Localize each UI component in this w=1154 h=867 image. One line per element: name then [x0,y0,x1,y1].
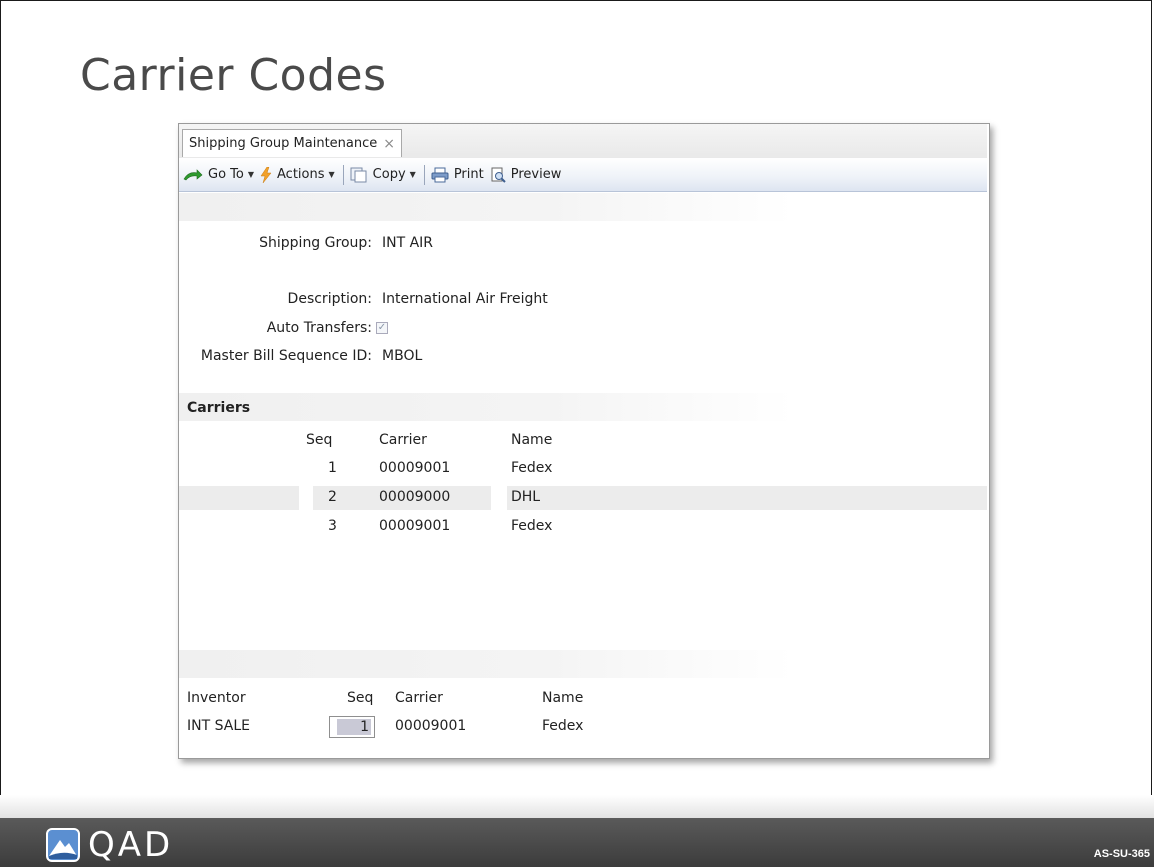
row-highlight [507,486,987,510]
row-carrier: 00009001 [379,460,451,476]
carriers-header-name: Name [511,432,553,448]
tab-shipping-group-maintenance[interactable]: Shipping Group Maintenance × [182,129,402,157]
slide-title: Carrier Codes [80,50,387,101]
goto-button[interactable]: Go To ▼ [183,167,254,182]
form-header-band [179,193,794,221]
actions-button[interactable]: Actions ▼ [260,166,335,183]
preview-button[interactable]: Preview [490,167,562,183]
tab-label: Shipping Group Maintenance [189,136,378,151]
row-name: Fedex [511,518,553,534]
close-icon[interactable]: × [383,136,395,152]
print-button[interactable]: Print [431,167,484,183]
actions-label: Actions [277,167,325,182]
toolbar-separator [423,164,425,185]
toolbar: Go To ▼ Actions ▼ Copy ▼ Print Preview [179,158,987,192]
auto-transfers-label: Auto Transfers: [266,320,372,336]
qad-mountain-icon [46,828,80,862]
inventory-header-name: Name [542,690,584,706]
printer-icon [431,167,449,183]
seq-input[interactable]: 1 [329,716,375,738]
carriers-header-carrier: Carrier [379,432,427,448]
qad-logo: QAD [46,828,173,862]
row-seq: 1 [328,460,337,476]
carriers-header-seq: Seq [306,432,333,448]
master-bill-label: Master Bill Sequence ID: [200,348,372,364]
shipping-group-label: Shipping Group: [259,235,372,251]
row-seq: 2 [328,489,337,505]
auto-transfers-checkbox[interactable]: ✓ [376,322,388,334]
row-seq: 3 [328,518,337,534]
chevron-down-icon: ▼ [328,170,335,179]
goto-arrow-icon [183,168,203,181]
seq-input-value: 1 [337,719,371,735]
inventory-header-inventor: Inventor [187,690,246,706]
inventory-section-band [179,650,794,678]
preview-label: Preview [510,167,562,182]
copy-icon [350,167,368,183]
qad-logo-text: QAD [88,825,174,865]
row-name: Fedex [511,460,553,476]
app-window: Shipping Group Maintenance × Go To ▼ Act… [178,123,990,759]
chevron-down-icon: ▼ [409,170,416,179]
row-name: DHL [511,489,541,505]
toolbar-separator [342,164,344,185]
description-value: International Air Freight [382,291,548,307]
inventory-header-seq: Seq [347,690,374,706]
carriers-section-band [179,393,794,421]
footer-fade [0,795,1154,818]
row-carrier: 00009001 [379,518,451,534]
tab-strip: Shipping Group Maintenance × [179,124,987,159]
carriers-section-title: Carriers [187,400,251,416]
inventory-row-name: Fedex [542,718,584,734]
preview-icon [490,167,506,183]
copy-button[interactable]: Copy ▼ [350,167,416,183]
shipping-group-value: INT AIR [382,235,434,251]
lightning-icon [260,166,272,183]
chevron-down-icon: ▼ [247,170,255,179]
print-label: Print [453,167,484,182]
doc-code: AS-SU-365 [1093,848,1150,860]
copy-label: Copy [372,167,406,182]
row-highlight [179,486,299,510]
inventory-row-inventor: INT SALE [187,718,250,734]
goto-label: Go To [208,167,244,182]
inventory-row-carrier: 00009001 [395,718,467,734]
master-bill-value: MBOL [382,348,423,364]
row-carrier: 00009000 [379,489,451,505]
description-label: Description: [287,291,372,307]
inventory-header-carrier: Carrier [395,690,443,706]
